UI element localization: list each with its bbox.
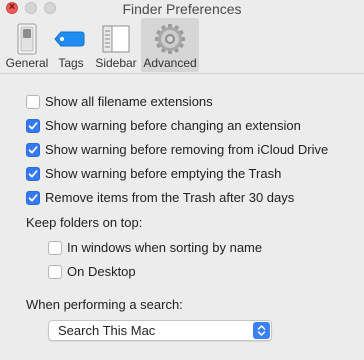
checkbox[interactable] <box>26 191 40 205</box>
tab-general[interactable]: General <box>4 18 50 72</box>
title-bar: × Finder Preferences <box>0 0 364 18</box>
sidebar-icon <box>101 23 131 60</box>
tab-sidebar-label: Sidebar <box>95 56 137 70</box>
option-label: Show warning before removing from iCloud… <box>45 142 329 157</box>
option-label: Show warning before emptying the Trash <box>45 166 282 181</box>
checkmark-icon <box>28 122 38 130</box>
switch-icon <box>14 23 40 60</box>
tab-advanced-label: Advanced <box>143 56 197 70</box>
tab-tags-label: Tags <box>58 56 84 70</box>
checkbox[interactable] <box>26 95 40 109</box>
checkbox[interactable] <box>48 265 62 279</box>
window-title: Finder Preferences <box>122 1 242 17</box>
checkbox[interactable] <box>26 167 40 181</box>
option-label: Remove items from the Trash after 30 day… <box>45 190 295 205</box>
tab-tags[interactable]: Tags <box>52 18 90 72</box>
search-scope-select[interactable]: Search This Mac <box>48 320 272 341</box>
search-heading: When performing a search: <box>26 297 183 312</box>
search-scope-value: Search This Mac <box>58 323 156 338</box>
option-label: On Desktop <box>67 264 136 279</box>
checkmark-icon <box>28 146 38 154</box>
keep-folders-heading: Keep folders on top: <box>26 215 143 230</box>
checkbox[interactable] <box>26 143 40 157</box>
tab-general-label: General <box>5 56 49 70</box>
option-label: Show all filename extensions <box>45 94 213 109</box>
gear-icon <box>154 23 186 60</box>
tab-sidebar[interactable]: Sidebar <box>92 18 140 72</box>
chevron-updown-icon[interactable] <box>253 322 270 339</box>
preferences-toolbar: General Tags Sidebar Advanced <box>0 18 364 74</box>
tab-advanced[interactable]: Advanced <box>141 18 199 72</box>
tag-icon <box>54 23 88 60</box>
checkmark-icon <box>28 170 38 178</box>
option-label: Show warning before changing an extensio… <box>45 118 301 133</box>
option-label: In windows when sorting by name <box>67 240 263 255</box>
checkbox[interactable] <box>26 119 40 133</box>
checkmark-icon <box>28 194 38 202</box>
checkbox[interactable] <box>48 241 62 255</box>
finder-preferences-window: × Finder Preferences General Tags Sideba… <box>0 0 364 360</box>
